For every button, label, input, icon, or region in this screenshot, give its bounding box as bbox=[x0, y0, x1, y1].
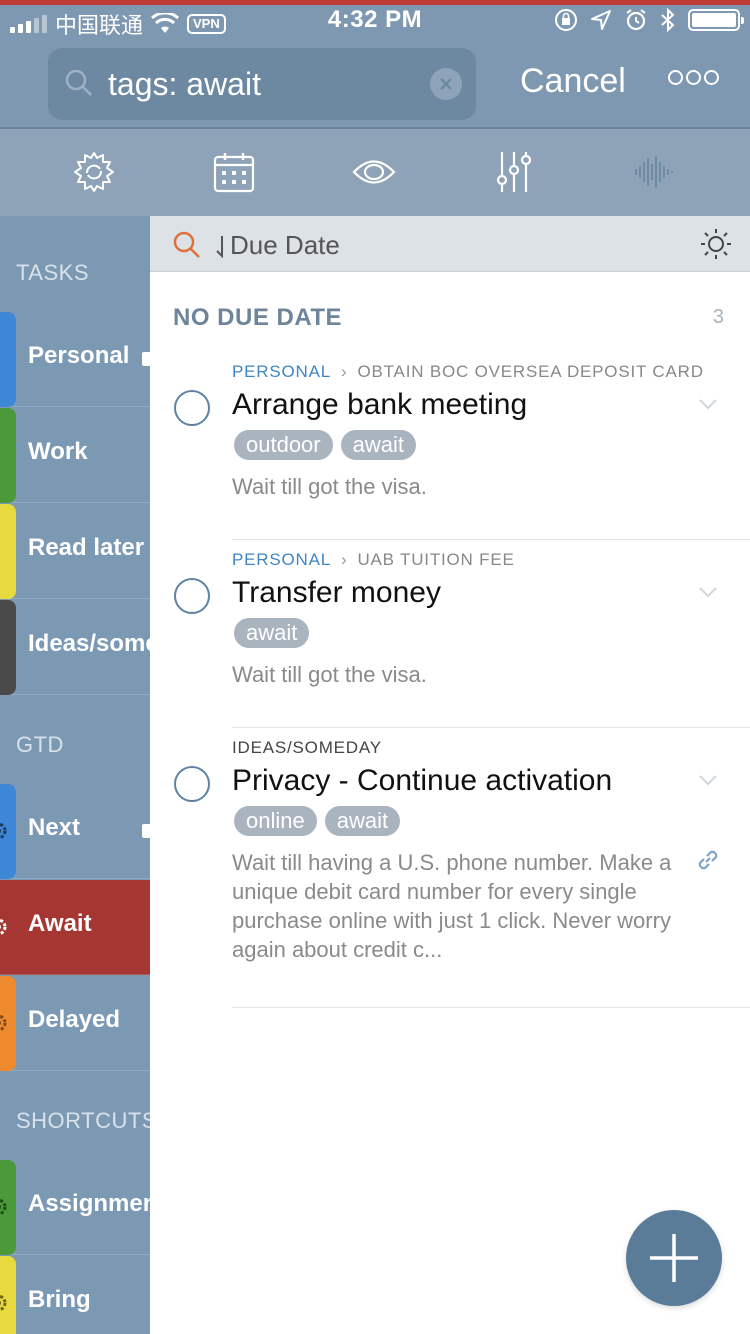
tag-chip[interactable]: await bbox=[234, 618, 310, 648]
chevron-down-icon[interactable] bbox=[698, 774, 718, 786]
sidebar-item-read-later[interactable]: Read later bbox=[0, 504, 150, 599]
sidebar-item-next[interactable]: Next bbox=[0, 784, 150, 879]
battery-icon bbox=[688, 9, 744, 31]
sidebar-item-label: Work bbox=[28, 438, 88, 465]
link-icon[interactable] bbox=[694, 846, 722, 874]
sidebar-item-label: Await bbox=[28, 910, 92, 937]
task-title[interactable]: Arrange bank meeting bbox=[232, 388, 527, 422]
search-input[interactable] bbox=[108, 64, 418, 104]
sidebar-item-label: Ideas/someday bbox=[28, 630, 150, 657]
list-color-stripe bbox=[0, 408, 16, 503]
tag-chip[interactable]: outdoor bbox=[234, 430, 333, 460]
tag-chip[interactable]: online bbox=[234, 806, 317, 836]
search-header: Cancel bbox=[0, 42, 750, 128]
gear-icon bbox=[0, 1014, 7, 1032]
alarm-icon bbox=[626, 9, 646, 31]
task-project[interactable]: IDEAS/SOMEDAY bbox=[232, 738, 382, 757]
sidebar-item-label: Bring bbox=[28, 1286, 91, 1313]
sidebar-item-assignments[interactable]: Assignments bbox=[0, 1160, 150, 1255]
list-color-stripe bbox=[0, 504, 16, 599]
group-count: 3 bbox=[712, 306, 724, 328]
sort-bar[interactable]: Due Date bbox=[150, 216, 750, 272]
sidebar-section-gtd: GTD bbox=[16, 732, 64, 757]
task-title[interactable]: Privacy - Continue activation bbox=[232, 764, 612, 798]
drag-handle[interactable] bbox=[142, 352, 150, 366]
task-note: Wait till got the visa. bbox=[232, 662, 427, 687]
tag-chip[interactable]: await bbox=[340, 430, 416, 460]
task-breadcrumb: PERSONAL › OBTAIN BOC OVERSEA DEPOSIT CARD bbox=[232, 362, 704, 381]
cancel-button[interactable]: Cancel bbox=[520, 62, 626, 101]
row-divider bbox=[232, 539, 750, 540]
rotation-lock-icon bbox=[555, 9, 577, 31]
task-complete-checkbox[interactable] bbox=[174, 578, 210, 614]
task-title[interactable]: Transfer money bbox=[232, 576, 441, 610]
sort-descending-icon bbox=[216, 236, 223, 259]
sun-icon[interactable] bbox=[700, 228, 732, 260]
task-tags: await bbox=[234, 618, 310, 648]
group-header: NO DUE DATE bbox=[173, 304, 343, 331]
task-breadcrumb: IDEAS/SOMEDAY bbox=[232, 738, 382, 758]
sidebar-item-delayed[interactable]: Delayed bbox=[0, 976, 150, 1071]
sidebar-item-label: Delayed bbox=[28, 1006, 121, 1033]
task-complete-checkbox[interactable] bbox=[174, 766, 210, 802]
close-icon bbox=[440, 78, 452, 90]
sidebar-item-ideas-someday[interactable]: Ideas/someday bbox=[0, 600, 150, 695]
sidebar-item-label: Read later bbox=[28, 534, 145, 561]
gear-icon bbox=[0, 1294, 7, 1312]
sidebar-item-label: Personal bbox=[28, 342, 130, 369]
sidebar-item-bring[interactable]: Bring bbox=[0, 1256, 150, 1334]
sidebar-item-label: Assignments bbox=[28, 1190, 150, 1217]
task-project[interactable]: PERSONAL bbox=[232, 362, 331, 381]
search-icon bbox=[65, 69, 92, 96]
recording-indicator-line bbox=[0, 0, 750, 5]
gear-icon bbox=[0, 822, 7, 840]
eye-icon[interactable] bbox=[351, 149, 397, 195]
tag-chip[interactable]: await bbox=[324, 806, 401, 836]
gear-icon bbox=[0, 1198, 7, 1216]
gear-icon bbox=[0, 918, 7, 936]
bluetooth-icon bbox=[661, 8, 675, 32]
toolbar bbox=[0, 129, 750, 216]
sidebar-item-personal[interactable]: Personal bbox=[0, 312, 150, 407]
search-icon[interactable] bbox=[172, 230, 202, 260]
calendar-icon[interactable] bbox=[211, 149, 257, 195]
task-note: Wait till got the visa. bbox=[232, 474, 427, 499]
row-divider bbox=[232, 1007, 750, 1008]
plus-icon bbox=[650, 1234, 698, 1282]
waveform-icon[interactable] bbox=[631, 149, 677, 195]
task-complete-checkbox[interactable] bbox=[174, 390, 210, 426]
task-tags: outdoor await bbox=[234, 430, 416, 460]
task-parent[interactable]: OBTAIN BOC OVERSEA DEPOSIT CARD bbox=[357, 362, 703, 381]
task-breadcrumb: PERSONAL › UAB TUITION FEE bbox=[232, 550, 515, 569]
drag-handle[interactable] bbox=[142, 824, 150, 838]
sidebar: TASKS Personal Work Read later Ideas/som… bbox=[0, 216, 150, 1334]
task-tags: online await bbox=[234, 806, 401, 836]
sidebar-section-tasks: TASKS bbox=[16, 260, 90, 285]
status-bar: 中国联通 VPN 4:32 PM bbox=[0, 0, 750, 42]
location-icon bbox=[591, 10, 611, 30]
sidebar-item-await[interactable]: Await bbox=[0, 880, 150, 975]
sync-icon[interactable] bbox=[71, 149, 117, 195]
more-options-icon[interactable] bbox=[668, 70, 719, 85]
sidebar-section-shortcuts: SHORTCUTS bbox=[16, 1108, 150, 1133]
task-note: Wait till having a U.S. phone number. Ma… bbox=[232, 850, 672, 962]
list-color-stripe bbox=[0, 600, 16, 695]
task-project[interactable]: PERSONAL bbox=[232, 550, 331, 569]
task-list-panel: Due Date NO DUE DATE 3 PERSONAL › OBTAIN B… bbox=[150, 216, 750, 1334]
chevron-down-icon[interactable] bbox=[698, 586, 718, 598]
chevron-down-icon[interactable] bbox=[698, 398, 718, 410]
status-right bbox=[554, 8, 744, 32]
clear-search-button[interactable] bbox=[430, 68, 462, 100]
search-box[interactable] bbox=[48, 48, 476, 120]
sidebar-item-label: Next bbox=[28, 814, 81, 841]
sliders-icon[interactable] bbox=[491, 149, 537, 195]
sidebar-item-work[interactable]: Work bbox=[0, 408, 150, 503]
add-task-button[interactable] bbox=[626, 1210, 722, 1306]
row-divider bbox=[232, 727, 750, 728]
sort-label[interactable]: Due Date bbox=[230, 230, 340, 261]
task-parent[interactable]: UAB TUITION FEE bbox=[357, 550, 514, 569]
list-color-stripe bbox=[0, 312, 16, 407]
